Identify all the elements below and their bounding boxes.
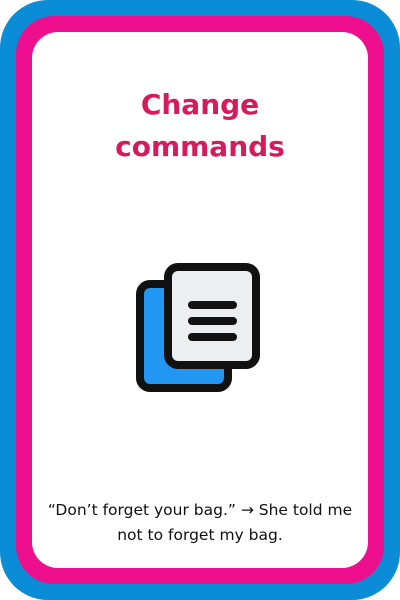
card-title: Change commands bbox=[32, 84, 368, 168]
card-title-line2: commands bbox=[115, 130, 285, 163]
card-face[interactable]: Change commands “Don’t forget your bag.”… bbox=[32, 32, 368, 568]
card-inner-border: Change commands “Don’t forget your bag.”… bbox=[16, 16, 384, 584]
card-caption: “Don’t forget your bag.” → She told me n… bbox=[47, 501, 353, 544]
copy-document-icon bbox=[135, 262, 260, 394]
card-outer-border: Change commands “Don’t forget your bag.”… bbox=[0, 0, 400, 600]
card-title-line1: Change bbox=[140, 88, 260, 121]
front-sheet-shape bbox=[164, 263, 260, 369]
